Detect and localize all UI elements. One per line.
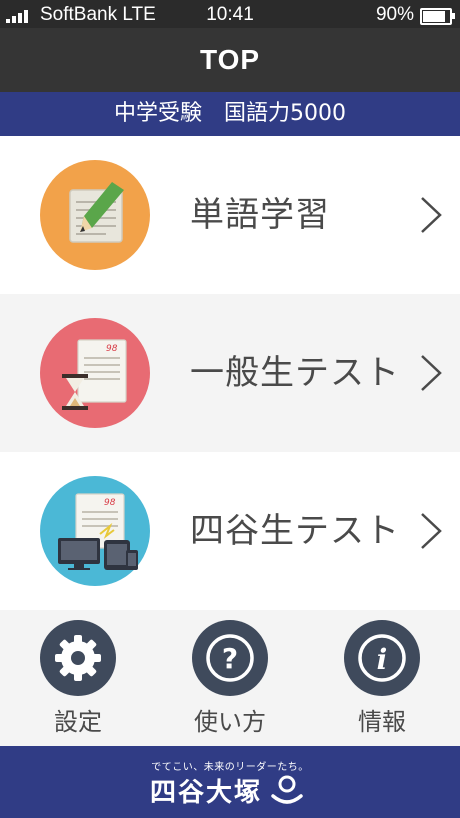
menu-item-general-test[interactable]: 98 一般生テスト — [0, 294, 460, 452]
svg-text:98: 98 — [104, 498, 116, 508]
tool-label: 情報 — [358, 708, 406, 736]
menu-label: 単語学習 — [190, 195, 330, 235]
menu-label: 一般生テスト — [190, 353, 400, 393]
menu-item-vocabulary[interactable]: 単語学習 — [0, 136, 460, 294]
svg-text:?: ? — [222, 642, 238, 675]
notebook-pencil-icon — [40, 160, 150, 270]
gear-icon — [40, 620, 116, 696]
battery-percent: 90% — [375, 4, 414, 25]
test-devices-icon: 98 — [40, 476, 150, 586]
question-icon: ? — [192, 620, 268, 696]
status-bar: SoftBank LTE 10:41 90% — [0, 0, 460, 28]
svg-text:98: 98 — [106, 344, 118, 354]
nav-bar: TOP — [0, 28, 460, 92]
menu-label: 四谷生テスト — [190, 511, 400, 551]
app-subtitle: 中学受験 国語力5000 — [0, 92, 460, 136]
chevron-right-icon — [421, 355, 442, 391]
info-button[interactable]: i 情報 — [322, 620, 442, 737]
tool-label: 設定 — [54, 708, 102, 736]
tool-label: 使い方 — [194, 708, 266, 736]
menu-item-yotsuya-test[interactable]: 98 四谷生テスト — [0, 452, 460, 610]
brand-logo-icon — [271, 775, 303, 804]
brand-footer: でてこい、未来のリーダーたち。 四谷大塚 — [0, 746, 460, 818]
chevron-right-icon — [421, 197, 442, 233]
page-title: TOP — [199, 44, 261, 75]
tool-bar: 設定 ? 使い方 i 情報 — [0, 610, 460, 746]
how-to-use-button[interactable]: ? 使い方 — [170, 620, 290, 737]
battery-icon — [420, 8, 455, 25]
chevron-right-icon — [421, 513, 442, 549]
info-icon: i — [344, 620, 420, 696]
brand-name: 四谷大塚 — [150, 778, 263, 808]
settings-button[interactable]: 設定 — [18, 620, 138, 737]
svg-text:i: i — [377, 643, 388, 676]
footer-tagline: でてこい、未来のリーダーたち。 — [151, 762, 309, 773]
test-hourglass-icon: 98 — [40, 318, 150, 428]
